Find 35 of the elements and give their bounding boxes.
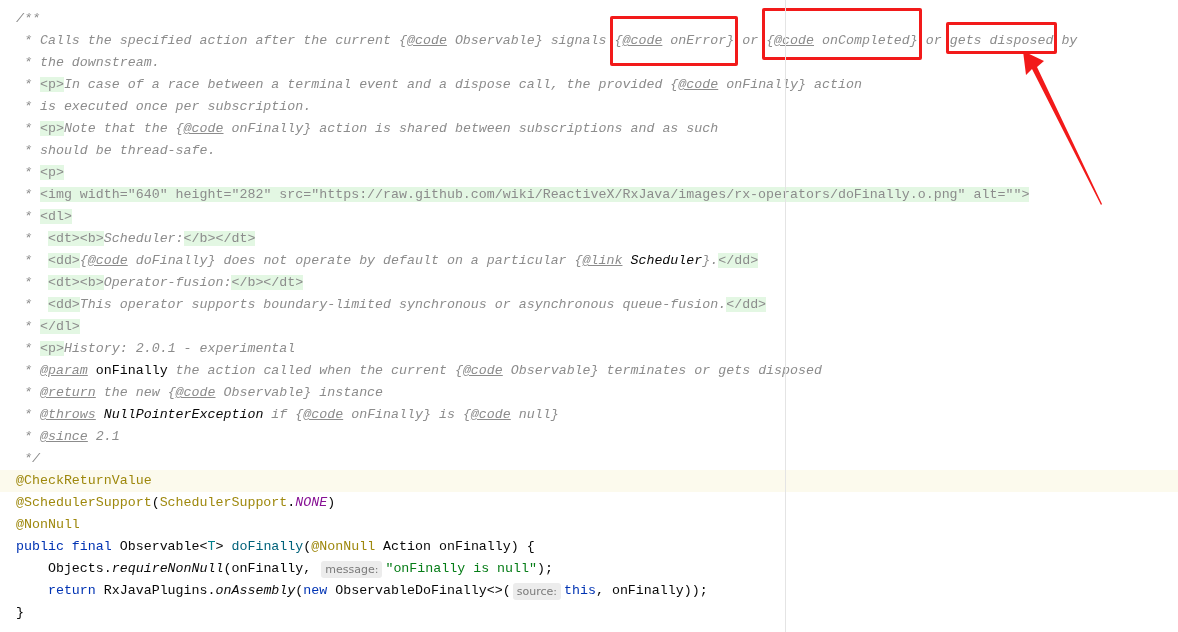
code-line: /** bbox=[16, 10, 40, 28]
code-line: * the downstream. bbox=[22, 54, 160, 72]
code-line: * <dd>This operator supports boundary-limited synchronous or asynchronous queue-fusion.</dd> bbox=[22, 296, 767, 314]
code-line: or bbox=[741, 32, 760, 50]
code-line: gets disposed bbox=[949, 33, 1054, 48]
code-line: * <dd>{@code doFinally} does not operate by default on a particular {@link Scheduler}.</dd> bbox=[22, 252, 759, 270]
code-line: @NonNull bbox=[16, 516, 80, 534]
code-line: * <dt><b>Scheduler:</b></dt> bbox=[22, 230, 256, 248]
code-line: "onFinally is null"); bbox=[385, 560, 553, 578]
code-line: * <dt><b>Operator-fusion:</b></dt> bbox=[22, 274, 304, 292]
code-line: Objects.requireNonNull(onFinally, bbox=[46, 560, 313, 578]
code-line: } bbox=[16, 604, 24, 622]
code-line: {@code onError} bbox=[614, 33, 735, 48]
code-line: * Calls the specified action after the current {@code Observable} signals bbox=[22, 32, 608, 50]
code-line: return RxJavaPlugins.onAssembly(new ObservableDoFinally<>( bbox=[46, 582, 511, 600]
code-line: by bbox=[1060, 32, 1078, 50]
code-line: * @param onFinally the action called when the current {@code Observable} terminates or gets disposed bbox=[22, 362, 822, 380]
code-line: * <p> bbox=[22, 164, 64, 182]
code-line: @SchedulerSupport(SchedulerSupport.NONE) bbox=[16, 494, 336, 512]
code-line: or bbox=[924, 32, 943, 50]
parameter-hint: message: bbox=[321, 560, 383, 578]
parameter-hint: source: bbox=[512, 582, 561, 600]
code-line: */ bbox=[22, 450, 40, 468]
code-line: this, onFinally)); bbox=[564, 582, 708, 600]
code-line: * @throws NullPointerException if {@code onFinally} is {@code null} bbox=[22, 406, 559, 424]
code-line: {@code onCompleted} bbox=[766, 33, 918, 48]
code-line: * @return the new {@code Observable} instance bbox=[22, 384, 384, 402]
code-line: * @since 2.1 bbox=[22, 428, 120, 446]
code-line: public final Observable<T> doFinally(@NonNull Action onFinally) { bbox=[16, 538, 535, 556]
code-line: * <p>Note that the {@code onFinally} action is shared between subscriptions and as such bbox=[22, 120, 719, 138]
code-line: * should be thread-safe. bbox=[22, 142, 216, 160]
code-line: * is executed once per subscription. bbox=[22, 98, 312, 116]
code-line: * <p>In case of a race between a terminal event and a dispose call, the provided {@code onFinally} action bbox=[22, 76, 862, 94]
code-line: @CheckReturnValue bbox=[16, 472, 152, 490]
code-line: * <p>History: 2.0.1 - experimental bbox=[22, 340, 296, 358]
